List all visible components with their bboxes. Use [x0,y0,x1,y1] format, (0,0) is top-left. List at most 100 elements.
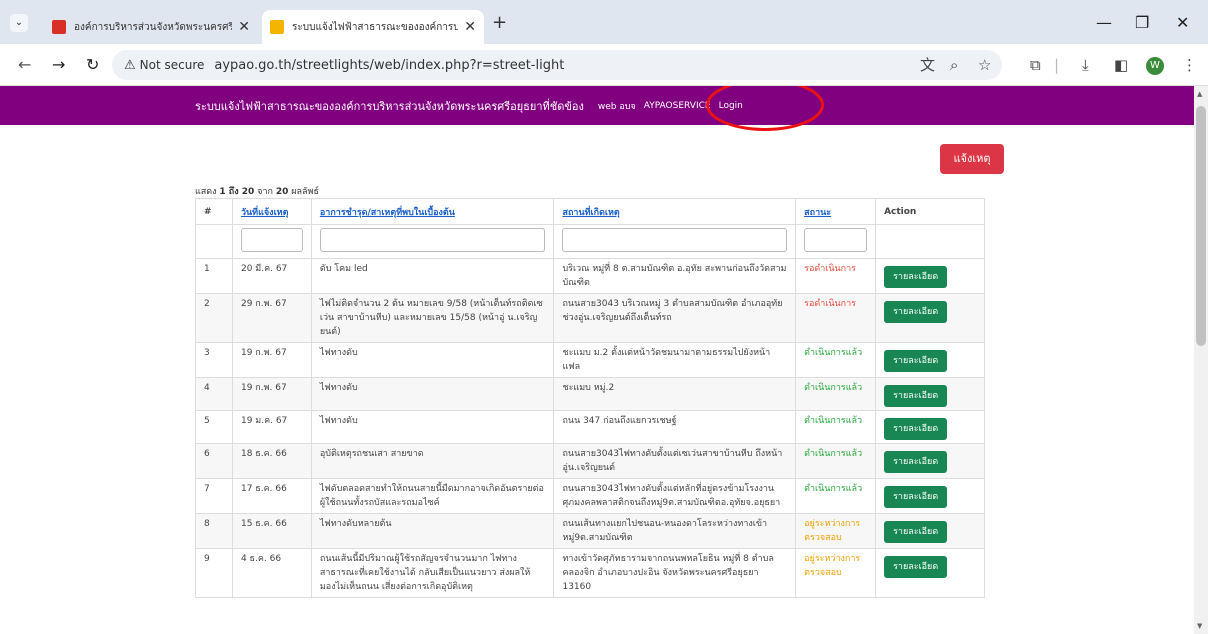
site-brand[interactable]: ระบบแจ้งไฟฟ้าสาธารณะขององค์การบริหารส่วน… [195,97,584,115]
issue-filter-input[interactable] [319,228,546,252]
security-label: Not secure [139,58,205,72]
row-action: รายละเอียด [875,548,985,598]
row-place: บริเวณ หมู่ที่ 8 ต.สามบัณฑิต อ.อุทัย สะพ… [553,258,797,294]
table-body: 1 20 มี.ค. 67 ดับ โคม led บริเวณ หมู่ที่ 8 … [195,258,985,598]
sort-status-link[interactable]: สถานะ [804,208,831,218]
toolbar-divider: | [1054,56,1060,74]
forward-icon[interactable]: → [52,55,65,75]
tab-list-chevron-icon[interactable]: ⌄ [10,14,28,32]
translate-icon[interactable]: 文 [920,55,935,75]
bookmark-star-icon[interactable]: ☆ [978,55,991,75]
profile-avatar[interactable]: W [1146,57,1164,75]
scroll-up-icon[interactable]: ▲ [1197,90,1202,98]
nav-link-aypaoservice[interactable]: AYPAOSERVICE [644,101,711,111]
row-date: 20 มี.ค. 67 [231,258,312,294]
date-filter-input[interactable] [240,228,303,252]
place-filter-input[interactable] [562,228,788,252]
warning-icon: ⚠ [124,57,136,73]
detail-button[interactable]: รายละเอียด [884,556,948,578]
detail-button[interactable]: รายละเอียด [884,418,948,440]
detail-button[interactable]: รายละเอียด [884,301,948,323]
row-number: 3 [195,342,233,378]
site-navbar: ระบบแจ้งไฟฟ้าสาธารณะขององค์การบริหารส่วน… [0,86,1194,125]
table-row: 2 29 ก.พ. 67 ไฟไม่ติดจำนวน 2 ต้น หมายเลข 9… [195,293,985,343]
security-indicator[interactable]: ⚠ Not secure [124,58,204,73]
col-header-status[interactable]: สถานะ [795,198,877,225]
table-row: 5 19 ม.ค. 67 ไฟทางดับ ถนน 347 ก่อนถึงแยกวรเ… [195,410,985,444]
zoom-icon[interactable]: ⌕ [950,55,958,75]
col-header-action: Action [875,198,985,225]
sort-issue-link[interactable]: อาการชำรุด/สาเหตุที่พบในเบื้องต้น [320,208,455,218]
new-tab-button[interactable]: + [492,14,507,32]
close-window-icon[interactable]: ✕ [1176,14,1189,32]
row-place: ชะแมบ ม.2 ตั้งแต่หน้าวัดชมนามาตามธรรมไปย… [553,342,797,378]
row-action: รายละเอียด [875,410,985,444]
col-header-date[interactable]: วันที่แจ้งเหตุ [231,198,312,225]
row-number: 4 [195,377,233,411]
filter-row [195,224,985,259]
page-scrollbar[interactable]: ▲ ▼ [1194,86,1208,634]
table-row: 6 18 ธ.ค. 66 อุบัติเหตุรถชนเสา สายขาด ถนนสา… [195,443,985,479]
row-number: 7 [195,478,233,514]
aypao-favicon-icon [52,20,66,34]
results-summary: แสดง 1 ถึง 20 จาก 20 ผลลัพธ์ [195,187,319,197]
download-icon[interactable]: ⤓ [1082,55,1089,75]
detail-button[interactable]: รายละเอียด [884,486,948,508]
row-action: รายละเอียด [875,443,985,479]
minimize-icon[interactable]: — [1096,14,1112,32]
row-status: ดำเนินการแล้ว [795,377,877,411]
close-tab-icon[interactable]: ✕ [238,19,250,35]
row-issue: ไฟไม่ติดจำนวน 2 ต้น หมายเลข 9/58 (หน้าเต… [310,293,555,343]
row-place: ถนนเส้นทางแยกไปชนอน-หนองดาโลระหว่างทางเข… [553,513,797,549]
scroll-down-icon[interactable]: ▼ [1197,622,1202,630]
back-icon[interactable]: ← [18,55,31,75]
side-panel-icon[interactable]: ◧ [1114,55,1128,75]
row-issue: อุบัติเหตุรถชนเสา สายขาด [310,443,555,479]
menu-kebab-icon[interactable]: ⋮ [1182,55,1197,75]
row-date: 17 ธ.ค. 66 [231,478,312,514]
scroll-thumb[interactable] [1196,106,1206,346]
sort-date-link[interactable]: วันที่แจ้งเหตุ [241,208,288,218]
row-action: รายละเอียด [875,478,985,514]
browser-tab-1[interactable]: องค์การบริหารส่วนจังหวัดพระนครศรี ✕ [44,10,258,44]
row-status: อยู่ระหว่างการตรวจสอบ [795,548,877,598]
reload-icon[interactable]: ↻ [86,55,99,75]
table-row: 1 20 มี.ค. 67 ดับ โคม led บริเวณ หมู่ที่ 8 … [195,258,985,294]
streetlight-report-table: # วันที่แจ้งเหตุ อาการชำรุด/สาเหตุที่พบใ… [195,198,985,598]
status-filter-input[interactable] [804,228,868,252]
row-action: รายละเอียด [875,377,985,411]
detail-button[interactable]: รายละเอียด [884,521,948,543]
row-date: 18 ธ.ค. 66 [231,443,312,479]
restore-icon[interactable]: ❐ [1135,14,1149,32]
row-issue: ไฟดับตลอดสายทำให้ถนนสายนี้มืดมากอาจเกิดอ… [310,478,555,514]
filter-cell [231,224,312,259]
row-date: 19 ม.ค. 67 [231,410,312,444]
row-place: ถนนสาย3043 บริเวณหมู่ 3 ตำบลสามบัณฑิต อำ… [553,293,797,343]
url-text[interactable]: aypao.go.th/streetlights/web/index.php?r… [214,58,564,73]
row-number: 2 [195,293,233,343]
close-tab-icon[interactable]: ✕ [464,19,476,35]
col-header-issue[interactable]: อาการชำรุด/สาเหตุที่พบในเบื้องต้น [310,198,555,225]
row-place: ถนนสาย3043ไฟทางดับตั้งแต่หลักที่อยู่ตรงข… [553,478,797,514]
nav-link-web-aypao[interactable]: web อบจ [598,99,636,113]
report-incident-button[interactable]: แจ้งเหตุ [940,144,1004,174]
detail-button[interactable]: รายละเอียด [884,266,948,288]
detail-button[interactable]: รายละเอียด [884,350,948,372]
filter-cell-empty [875,224,985,259]
browser-tab-2-active[interactable]: ระบบแจ้งไฟฟ้าสาธารณะขององค์การบ ✕ [262,10,484,44]
browser-toolbar: ← → ↻ ⚠ Not secure aypao.go.th/streetlig… [0,44,1208,86]
streetlight-favicon-icon [270,20,284,34]
address-bar[interactable]: ⚠ Not secure aypao.go.th/streetlights/we… [112,50,1002,80]
table-row: 8 15 ธ.ค. 66 ไฟทางดับหลายต้น ถนนเส้นทางแยกไ… [195,513,985,549]
row-issue: ไฟทางดับ [310,342,555,378]
row-action: รายละเอียด [875,258,985,294]
row-date: 19 ก.พ. 67 [231,342,312,378]
detail-button[interactable]: รายละเอียด [884,385,948,407]
row-status: ดำเนินการแล้ว [795,443,877,479]
extensions-icon[interactable]: ⧉ [1030,55,1041,75]
row-number: 6 [195,443,233,479]
sort-place-link[interactable]: สถานที่เกิดเหตุ [562,208,619,218]
row-number: 5 [195,410,233,444]
col-header-place[interactable]: สถานที่เกิดเหตุ [553,198,797,225]
detail-button[interactable]: รายละเอียด [884,451,948,473]
